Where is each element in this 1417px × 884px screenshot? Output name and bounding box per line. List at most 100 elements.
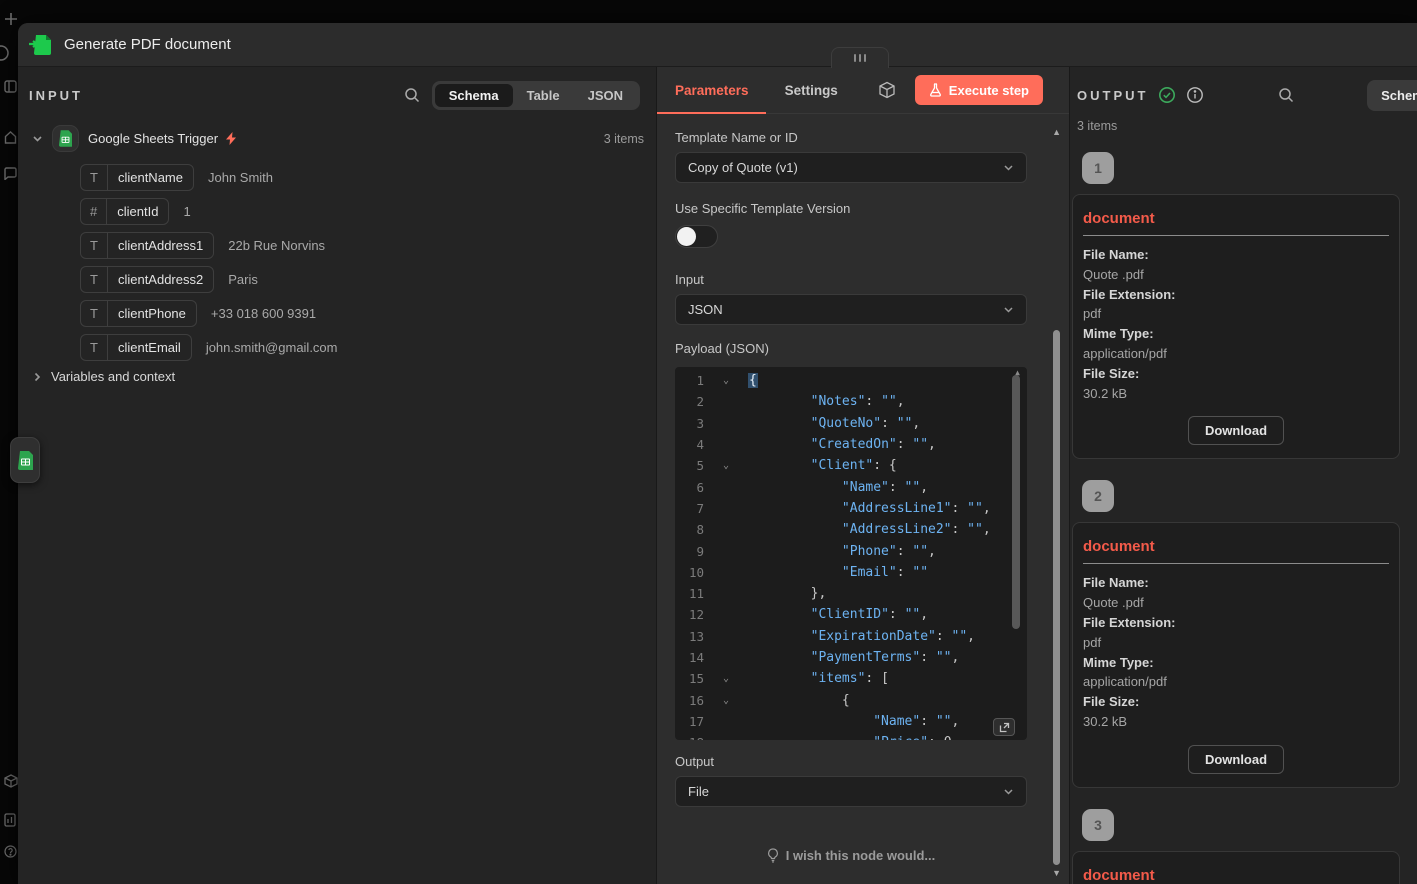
- output-type-label: Output: [675, 754, 1027, 769]
- node-title: Generate PDF document: [64, 36, 231, 53]
- line-number: 2: [675, 394, 704, 409]
- input-type-label: Input: [675, 272, 1027, 287]
- fold-caret-icon[interactable]: ⌄: [704, 695, 748, 706]
- output-type-select[interactable]: File: [675, 776, 1027, 807]
- card-divider: [1083, 563, 1389, 564]
- code-line: 9 "Phone": "",: [675, 540, 1027, 561]
- output-view-tab-partial[interactable]: Schema: [1367, 80, 1417, 111]
- help-icon[interactable]: [4, 845, 17, 858]
- download-button[interactable]: Download: [1188, 745, 1284, 774]
- field-name: clientId: [107, 199, 168, 224]
- fold-caret-icon[interactable]: ⌄: [704, 673, 748, 684]
- logs-icon[interactable]: [4, 813, 16, 827]
- home-icon[interactable]: [4, 131, 17, 144]
- field-type-icon: T: [81, 267, 108, 292]
- line-number: 12: [675, 607, 704, 622]
- code-line: 6 "Name": "",: [675, 476, 1027, 497]
- template-value: Copy of Quote (v1): [688, 160, 798, 175]
- card-divider: [1083, 235, 1389, 236]
- field-type-icon: T: [81, 165, 108, 190]
- input-view-tabs: Schema Table JSON: [432, 81, 640, 110]
- wish-link[interactable]: I wish this node would...: [675, 848, 1027, 863]
- chevron-down-icon: [1003, 162, 1014, 173]
- code-line: 4 "CreatedOn": "",: [675, 434, 1027, 455]
- schema-field-row[interactable]: TclientAddress122b Rue Norvins: [80, 232, 656, 259]
- output-header: OUTPUT Schema: [1070, 67, 1417, 111]
- schema-field-row[interactable]: #clientId1: [80, 198, 656, 225]
- tab-table[interactable]: Table: [513, 84, 574, 107]
- info-icon[interactable]: [1186, 86, 1204, 104]
- code-line: 17 "Name": "",: [675, 711, 1027, 732]
- file-field-value: application/pdf: [1083, 672, 1389, 692]
- field-pill[interactable]: TclientName: [80, 164, 194, 191]
- templates-cube-icon[interactable]: [4, 774, 18, 788]
- code-line: 18 "Price": 0: [675, 732, 1027, 740]
- field-pill[interactable]: TclientAddress2: [80, 266, 214, 293]
- input-search-icon[interactable]: [404, 87, 420, 103]
- line-number: 6: [675, 480, 704, 495]
- tab-parameters[interactable]: Parameters: [675, 83, 749, 98]
- schema-field-row[interactable]: TclientPhone +33 018 600 9391: [80, 300, 656, 327]
- code-text: {: [748, 693, 850, 708]
- file-field-label: File Name:: [1083, 245, 1389, 265]
- payload-json-editor[interactable]: 1⌄{2 "Notes": "",3 "QuoteNo": "",4 "Crea…: [675, 367, 1027, 740]
- code-text: "AddressLine2": "",: [748, 522, 991, 537]
- fold-caret-icon[interactable]: ⌄: [704, 375, 748, 386]
- google-sheets-node-chip[interactable]: [10, 437, 40, 483]
- tab-json[interactable]: JSON: [574, 84, 637, 107]
- document-heading: document: [1083, 210, 1389, 227]
- chat-icon[interactable]: [4, 167, 17, 180]
- field-pill[interactable]: #clientId: [80, 198, 169, 225]
- editor-scrollbar[interactable]: [1012, 375, 1020, 629]
- code-line: 2 "Notes": "",: [675, 391, 1027, 412]
- docs-cube-icon[interactable]: [878, 81, 896, 99]
- file-field-label: Mime Type:: [1083, 324, 1389, 344]
- line-number: 17: [675, 714, 704, 729]
- trigger-bolt-icon: [226, 132, 237, 145]
- code-line: 15⌄ "items": [: [675, 668, 1027, 689]
- output-document-card: documentFile Name:Quote .pdfFile Extensi…: [1072, 522, 1400, 787]
- parameters-panel: Parameters Settings Execute step Templat…: [657, 67, 1070, 884]
- field-type-icon: T: [81, 335, 108, 360]
- code-line: 14 "PaymentTerms": "",: [675, 647, 1027, 668]
- line-number: 8: [675, 522, 704, 537]
- line-number: 11: [675, 586, 704, 601]
- sidebar-toggle-icon[interactable]: [4, 80, 17, 93]
- field-value: +33 018 600 9391: [211, 306, 316, 321]
- file-field-label: File Size:: [1083, 364, 1389, 384]
- code-line: 10 "Email": "": [675, 562, 1027, 583]
- panel-scrollbar[interactable]: [1053, 330, 1060, 865]
- panel-scroll-down-icon[interactable]: ▼: [1052, 868, 1061, 878]
- panel-drag-handle[interactable]: [831, 47, 889, 68]
- schema-field-row[interactable]: TclientNameJohn Smith: [80, 164, 656, 191]
- variables-context-row[interactable]: Variables and context: [32, 369, 656, 384]
- chevron-down-icon[interactable]: [32, 133, 43, 144]
- input-type-select[interactable]: JSON: [675, 294, 1027, 325]
- template-select[interactable]: Copy of Quote (v1): [675, 152, 1027, 183]
- trigger-node-row[interactable]: Google Sheets Trigger 3 items: [32, 125, 644, 152]
- expand-editor-button[interactable]: [993, 718, 1015, 736]
- output-document-card: document: [1072, 851, 1400, 884]
- schema-field-row[interactable]: TclientEmailjohn.smith@gmail.com: [80, 334, 656, 361]
- field-pill[interactable]: TclientEmail: [80, 334, 192, 361]
- add-node-icon[interactable]: [4, 12, 18, 26]
- execute-step-button[interactable]: Execute step: [915, 75, 1043, 105]
- field-type-icon: T: [81, 301, 108, 326]
- panel-scroll-up-icon[interactable]: ▲: [1052, 127, 1061, 137]
- field-type-icon: #: [81, 199, 107, 224]
- field-pill[interactable]: TclientPhone: [80, 300, 197, 327]
- output-card-list: 1documentFile Name:Quote .pdfFile Extens…: [1070, 152, 1417, 884]
- download-button[interactable]: Download: [1188, 416, 1284, 445]
- tab-schema[interactable]: Schema: [435, 84, 513, 107]
- field-pill[interactable]: TclientAddress1: [80, 232, 214, 259]
- version-toggle[interactable]: [675, 225, 718, 248]
- active-tab-underline: [657, 112, 766, 115]
- fold-caret-icon[interactable]: ⌄: [704, 460, 748, 471]
- line-number: 18: [675, 735, 704, 740]
- pdf-node-icon: [28, 33, 54, 57]
- schema-field-row[interactable]: TclientAddress2Paris: [80, 266, 656, 293]
- tab-settings[interactable]: Settings: [785, 83, 838, 98]
- schema-field-list: TclientNameJohn Smith #clientId1 TclientAd…: [18, 164, 656, 361]
- code-line: 11 },: [675, 583, 1027, 604]
- output-search-icon[interactable]: [1278, 87, 1294, 103]
